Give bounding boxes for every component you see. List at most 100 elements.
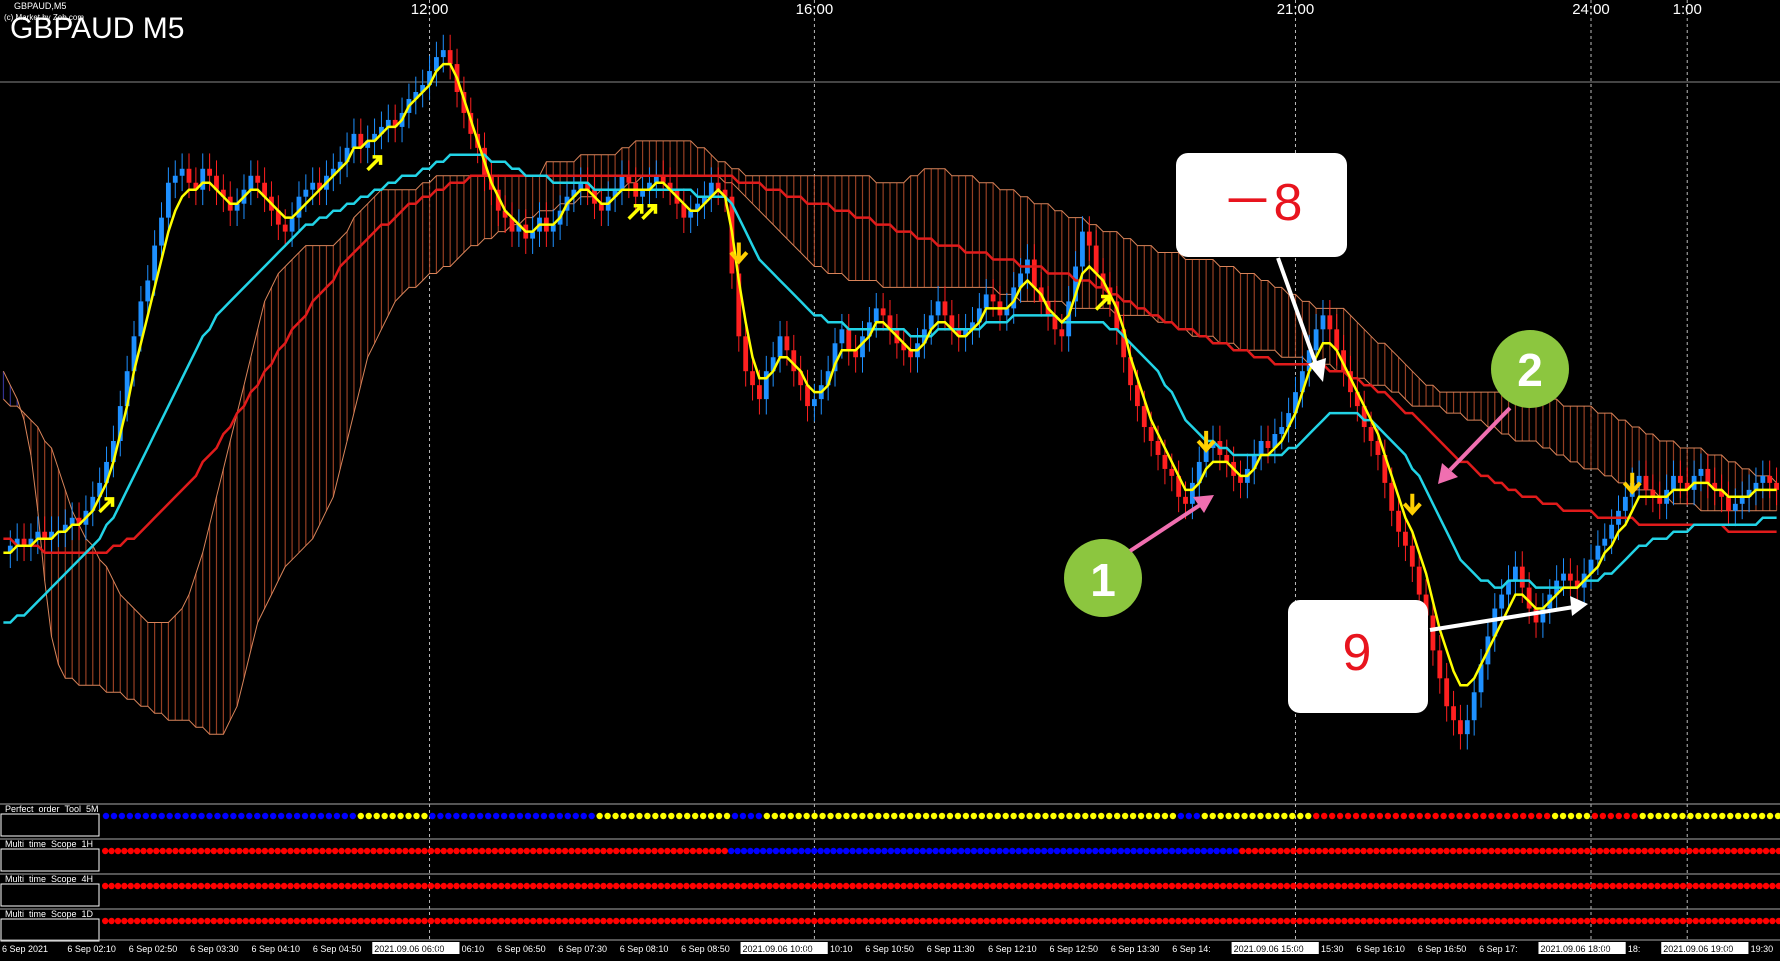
pane-dot (1360, 812, 1368, 820)
pane-dot (1015, 917, 1022, 925)
pane-dot (1149, 917, 1156, 925)
pane-dot (1181, 882, 1188, 890)
pane-dot (1591, 812, 1599, 820)
pane-dot (1257, 812, 1264, 820)
pane-dot (1130, 882, 1137, 890)
pane-dot (759, 917, 767, 925)
pane-dot (1347, 847, 1355, 855)
pane-dot (376, 882, 384, 890)
pane-dot (1130, 847, 1137, 855)
pane-dot (859, 812, 866, 820)
pane-dot (670, 917, 677, 925)
pane-dot (182, 812, 189, 820)
pane-dot (849, 917, 856, 925)
pane-dot (683, 847, 690, 855)
pane-dot (338, 917, 345, 925)
candle-body (1705, 468, 1711, 483)
pane-dot (1066, 882, 1073, 890)
pane-dot (1667, 882, 1674, 890)
pane-dot (696, 917, 703, 925)
pane-dot (1239, 917, 1246, 925)
pane-dot (1200, 847, 1208, 855)
pane-dot (142, 812, 149, 820)
pane-dot (804, 882, 812, 890)
pane-dot (1564, 917, 1572, 925)
bottom-time-label: 6 Sep 2021 (2, 944, 48, 954)
pane-dot (1354, 917, 1361, 925)
bottom-time-label: 6 Sep 15:30 (1295, 944, 1344, 954)
pane-dot (466, 847, 473, 855)
pane-dot (344, 882, 352, 890)
pane-dot (140, 882, 147, 890)
pane-dot (1411, 917, 1418, 925)
pane-dot (216, 882, 224, 890)
pane-dot (721, 847, 729, 855)
pane-dot (1175, 882, 1182, 890)
pane-dot (1405, 917, 1412, 925)
pane-dot (1194, 882, 1201, 890)
candle-body (248, 175, 254, 190)
pane-dot (715, 882, 722, 890)
pane-dot (1705, 847, 1712, 855)
pane-dot (556, 812, 564, 820)
pane-dot (408, 882, 416, 890)
pane-dot (1226, 917, 1233, 925)
pane-dot (593, 882, 601, 890)
pane-dot (938, 882, 946, 890)
pane-dot (293, 812, 301, 820)
pane-dot (1667, 917, 1674, 925)
pane-dot (836, 917, 843, 925)
pane-dot (159, 847, 166, 855)
pane-dot (1654, 917, 1661, 925)
pane-dot (1315, 882, 1323, 890)
pane-dot (1143, 917, 1150, 925)
pane-dot (223, 847, 230, 855)
pane-dot (440, 917, 447, 925)
pane-dot (510, 882, 518, 890)
pane-dot (785, 847, 792, 855)
pane-dot (922, 812, 930, 820)
pane-dot (1111, 882, 1118, 890)
pane-dot (1328, 917, 1335, 925)
pane-dot (210, 917, 217, 925)
pane-dot (651, 882, 658, 890)
pane-dot (230, 812, 237, 820)
pane-dot (549, 882, 556, 890)
pane-dot (1143, 882, 1150, 890)
pane-dot (261, 847, 269, 855)
pane-dot (1475, 882, 1482, 890)
pane-dot (1481, 847, 1489, 855)
pane-dot (517, 917, 524, 925)
pane-dot (185, 847, 192, 855)
pane-dot (1289, 812, 1296, 820)
pane-dot (1622, 917, 1629, 925)
pane-dot (508, 812, 516, 820)
candle-body (1403, 531, 1408, 546)
pane-dot (197, 882, 205, 890)
pane-dot (1575, 812, 1583, 820)
candle-body (1155, 441, 1161, 455)
candle-body (1726, 496, 1731, 511)
candle-body (1279, 427, 1285, 435)
pane-dot (1104, 847, 1112, 855)
pane-dot (1270, 847, 1278, 855)
pane-dot (491, 882, 499, 890)
pane-dot (842, 917, 850, 925)
pane-dot (1520, 847, 1527, 855)
pane-dot (1092, 847, 1099, 855)
pane-dot (210, 847, 217, 855)
pane-dot (1647, 917, 1655, 925)
pane-dot (421, 812, 428, 820)
pane-dot (1488, 847, 1495, 855)
bottom-time-label: 2021.09.06 18:00 (1540, 944, 1610, 954)
pane-dot (1047, 882, 1054, 890)
pane-dot (1270, 882, 1278, 890)
pane-dot (1609, 917, 1616, 925)
chart-canvas: 12:00 16:00 21:00 24:00 1:00 Perfect_order_T… (0, 0, 1780, 961)
pane-dot (1743, 917, 1751, 925)
pane-dot (1411, 847, 1418, 855)
pane-dot (1085, 882, 1093, 890)
pane-dot (875, 812, 882, 820)
pane-dot (1047, 847, 1054, 855)
pane-dot (881, 882, 888, 890)
